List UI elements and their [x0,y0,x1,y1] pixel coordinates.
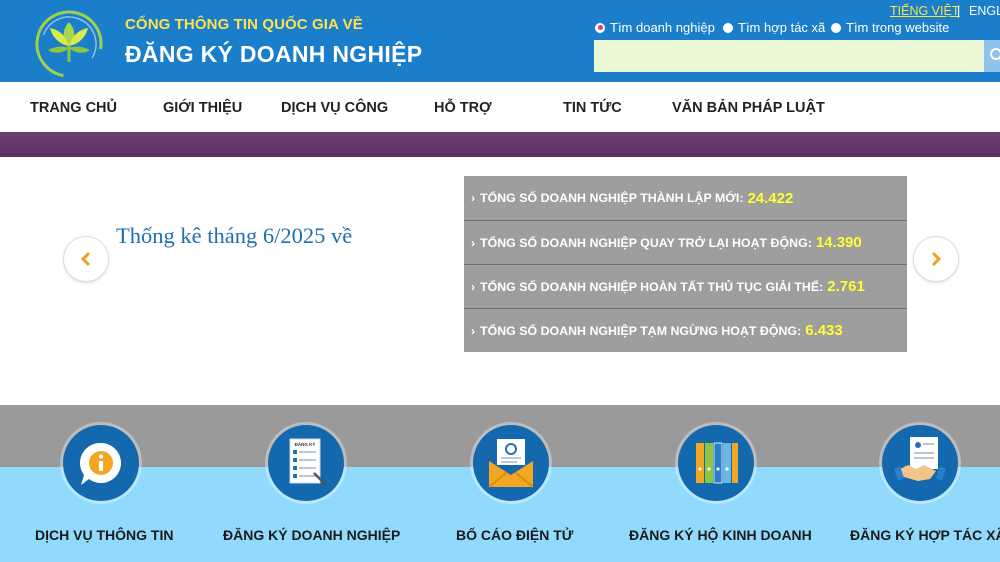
nav-item-support[interactable]: HỖ TRỢ [434,100,491,116]
nav-item-news[interactable]: TIN TỨC [563,100,622,116]
stat-value: 14.390 [815,234,862,251]
search-option-business[interactable]: Tìm doanh nghiệp [595,20,715,35]
stat-label: TỔNG SỐ DOANH NGHIỆP TẠM NGỪNG HOẠT ĐỘNG… [480,323,802,338]
slider-next-button[interactable] [914,237,958,281]
stat-label: TỔNG SỐ DOANH NGHIỆP HOÀN TẤT THỦ TỤC GI… [480,279,824,294]
search-option-label: Tìm doanh nghiệp [610,20,715,35]
radio-unselected-icon[interactable] [831,22,841,33]
chevron-left-icon [80,251,91,267]
stat-value: 6.433 [805,322,843,339]
service-cooperative-label[interactable]: ĐĂNG KÝ HỢP TÁC XÃ [850,527,1000,543]
search-button[interactable] [984,40,1000,72]
stat-row-resumed[interactable]: › TỔNG SỐ DOANH NGHIỆP QUAY TRỞ LẠI HOẠT… [464,220,907,264]
stat-value: 2.761 [827,278,865,295]
stats-panel: › TỔNG SỐ DOANH NGHIỆP THÀNH LẬP MỚI: 24… [464,176,907,352]
portal-logo-icon[interactable] [32,6,106,78]
language-english-link[interactable]: ENGL [969,4,1000,18]
handshake-icon [894,437,946,481]
search-icon [990,48,1000,61]
document-checklist-icon: ĐĂNG KÝ [289,438,327,486]
binders-icon [696,442,738,484]
site-header: CỔNG THÔNG TIN QUỐC GIA VỀ ĐĂNG KÝ DOANH… [0,0,1000,82]
stat-value: 24.422 [747,189,794,207]
info-bubble-icon [79,442,121,485]
slider-prev-button[interactable] [64,237,108,281]
stats-caption: Thống kê tháng 6/2025 về [116,223,353,248]
stat-label: TỔNG SỐ DOANH NGHIỆP QUAY TRỞ LẠI HOẠT Đ… [480,235,812,250]
service-e-announcement-button[interactable] [473,425,549,501]
service-household-business-label[interactable]: ĐĂNG KÝ HỘ KINH DOANH [629,527,812,543]
language-separator: | [957,4,961,18]
search-input[interactable] [594,40,984,72]
chevron-right-icon [931,251,942,267]
chevron-right-icon: › [471,279,475,294]
radio-selected-icon[interactable] [595,22,605,33]
nav-item-about[interactable]: GIỚI THIỆU [163,100,242,116]
email-envelope-icon [488,439,534,488]
stat-row-new[interactable]: › TỔNG SỐ DOANH NGHIỆP THÀNH LẬP MỚI: 24… [464,176,907,220]
nav-item-public-services[interactable]: DỊCH VỤ CÔNG [281,100,388,116]
search-option-cooperative[interactable]: Tìm hợp tác xã [723,20,825,35]
chevron-right-icon: › [471,235,475,250]
stat-row-dissolved[interactable]: › TỔNG SỐ DOANH NGHIỆP HOÀN TẤT THỦ TỤC … [464,264,907,308]
service-cooperative-button[interactable] [882,425,958,501]
portal-subtitle: CỔNG THÔNG TIN QUỐC GIA VỀ [125,16,363,33]
service-info-button[interactable] [63,425,139,501]
document-header-text: ĐĂNG KÝ [295,441,316,447]
nav-item-legal-documents[interactable]: VĂN BẢN PHÁP LUẬT [672,100,825,116]
search-option-label: Tìm trong website [846,20,950,35]
service-household-business-button[interactable] [678,425,754,501]
nav-item-home[interactable]: TRANG CHỦ [30,100,117,116]
service-e-announcement-label[interactable]: BỐ CÁO ĐIỆN TỬ [456,527,573,543]
chevron-right-icon: › [471,323,475,338]
service-business-registration-button[interactable]: ĐĂNG KÝ [268,425,344,501]
portal-title[interactable]: ĐĂNG KÝ DOANH NGHIỆP [125,41,422,68]
decorative-band [0,132,1000,157]
search-option-label: Tìm hợp tác xã [738,20,826,35]
main-nav: TRANG CHỦ GIỚI THIỆU DỊCH VỤ CÔNG HỖ TRỢ… [0,82,1000,132]
search-option-website[interactable]: Tìm trong website [831,20,949,35]
radio-unselected-icon[interactable] [723,22,733,33]
stat-label: TỔNG SỐ DOANH NGHIỆP THÀNH LẬP MỚI: [480,191,744,205]
chevron-right-icon: › [471,191,475,205]
stat-row-suspended[interactable]: › TỔNG SỐ DOANH NGHIỆP TẠM NGỪNG HOẠT ĐỘ… [464,308,907,352]
service-info-label[interactable]: DỊCH VỤ THÔNG TIN [35,527,173,543]
language-vietnamese-link[interactable]: TIẾNG VIỆT [890,4,959,18]
service-business-registration-label[interactable]: ĐĂNG KÝ DOANH NGHIỆP [223,527,400,543]
